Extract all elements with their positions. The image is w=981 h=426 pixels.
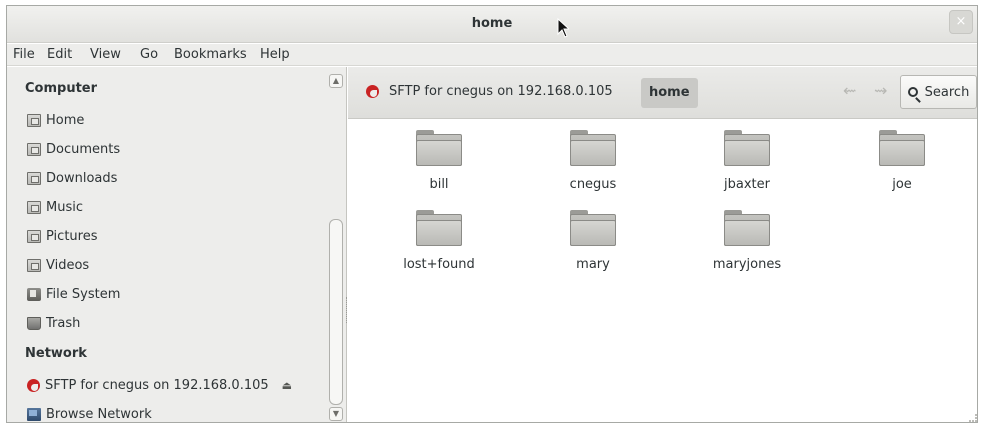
- sidebar-item-file-system[interactable]: File System: [27, 283, 312, 305]
- forward-arrow-icon[interactable]: ⇝: [874, 81, 887, 100]
- computer-section-heading: Computer: [25, 81, 98, 96]
- menu-file[interactable]: File: [13, 47, 35, 62]
- folder-icon: [416, 130, 462, 166]
- sidebar-item-label: SFTP for cnegus on 192.168.0.105: [45, 377, 269, 393]
- back-arrow-icon[interactable]: ⇜: [843, 81, 856, 100]
- pictures-folder-icon: [27, 229, 41, 243]
- sidebar-item-videos[interactable]: Videos: [27, 254, 312, 276]
- location-label: SFTP for cnegus on 192.168.0.105: [389, 84, 613, 99]
- sftp-icon: [366, 85, 379, 98]
- eject-icon[interactable]: ⏏: [282, 379, 292, 392]
- folder-item[interactable]: joe: [842, 130, 962, 192]
- folder-icon: [724, 210, 770, 246]
- window-resize-grip[interactable]: [969, 414, 977, 422]
- places-sidebar: Computer Home Documents Downloads Music …: [7, 67, 347, 422]
- folder-label: lost+found: [403, 257, 475, 272]
- sidebar-item-home[interactable]: Home: [27, 109, 312, 131]
- folder-label: mary: [576, 257, 610, 272]
- sidebar-item-label: Trash: [46, 315, 81, 331]
- sidebar-item-trash[interactable]: Trash: [27, 312, 312, 334]
- folder-icon: [570, 210, 616, 246]
- folder-item[interactable]: jbaxter: [687, 130, 807, 192]
- folder-label: joe: [892, 177, 912, 192]
- title-bar[interactable]: home ×: [7, 6, 977, 43]
- folder-icon: [724, 130, 770, 166]
- scroll-up-button[interactable]: ▲: [329, 74, 343, 88]
- search-button[interactable]: Search: [900, 75, 977, 109]
- search-icon: [907, 87, 918, 97]
- scroll-down-button[interactable]: ▼: [329, 407, 343, 421]
- sidebar-item-sftp[interactable]: SFTP for cnegus on 192.168.0.105 ⏏: [27, 374, 312, 396]
- downloads-folder-icon: [27, 171, 41, 185]
- sftp-icon: [27, 378, 40, 392]
- menu-help[interactable]: Help: [260, 47, 290, 62]
- folder-label: bill: [429, 177, 449, 192]
- menu-go[interactable]: Go: [140, 47, 158, 62]
- network-section-heading: Network: [25, 346, 87, 361]
- folder-label: jbaxter: [724, 177, 770, 192]
- file-manager-window: home × File Edit View Go Bookmarks Help …: [6, 5, 978, 423]
- sidebar-item-pictures[interactable]: Pictures: [27, 225, 312, 247]
- folder-icon: [416, 210, 462, 246]
- sidebar-item-label: Home: [46, 112, 85, 128]
- sidebar-item-label: Pictures: [46, 228, 98, 244]
- sidebar-item-browse-network[interactable]: Browse Network: [27, 403, 312, 422]
- music-folder-icon: [27, 200, 41, 214]
- menu-view[interactable]: View: [90, 47, 121, 62]
- folder-label: maryjones: [712, 257, 782, 272]
- menu-edit[interactable]: Edit: [47, 47, 72, 62]
- current-folder-crumb[interactable]: home: [641, 78, 698, 108]
- sidebar-item-label: File System: [46, 286, 121, 302]
- sidebar-item-label: Browse Network: [46, 406, 152, 422]
- sidebar-item-label: Downloads: [46, 170, 118, 186]
- folder-item[interactable]: lost+found: [379, 210, 499, 272]
- menu-bookmarks[interactable]: Bookmarks: [174, 47, 247, 62]
- path-bar: SFTP for cnegus on 192.168.0.105 home ⇜ …: [348, 67, 977, 119]
- close-button[interactable]: ×: [949, 10, 973, 34]
- filesystem-icon: [27, 287, 41, 301]
- sidebar-item-label: Music: [46, 199, 83, 215]
- sidebar-scrollbar-thumb[interactable]: [329, 219, 343, 405]
- folder-item[interactable]: bill: [379, 130, 499, 192]
- videos-folder-icon: [27, 258, 41, 272]
- folder-item[interactable]: cnegus: [533, 130, 653, 192]
- file-view: bill cnegus jbaxter joe lost+found mary …: [348, 120, 977, 422]
- window-title: home: [471, 16, 513, 31]
- home-folder-icon: [27, 113, 41, 127]
- sidebar-item-label: Documents: [46, 141, 121, 157]
- search-label: Search: [924, 84, 970, 100]
- sidebar-item-downloads[interactable]: Downloads: [27, 167, 312, 189]
- folder-icon: [570, 130, 616, 166]
- folder-item[interactable]: maryjones: [687, 210, 807, 272]
- folder-item[interactable]: mary: [533, 210, 653, 272]
- documents-folder-icon: [27, 142, 41, 156]
- folder-icon: [879, 130, 925, 166]
- trash-icon: [27, 316, 41, 330]
- location-crumb[interactable]: SFTP for cnegus on 192.168.0.105: [366, 84, 613, 99]
- network-icon: [27, 407, 41, 421]
- sidebar-item-label: Videos: [46, 257, 90, 273]
- sidebar-item-documents[interactable]: Documents: [27, 138, 312, 160]
- menu-bar: File Edit View Go Bookmarks Help: [7, 44, 977, 66]
- mouse-cursor-icon: [557, 18, 569, 38]
- sidebar-item-music[interactable]: Music: [27, 196, 312, 218]
- folder-label: cnegus: [569, 177, 617, 192]
